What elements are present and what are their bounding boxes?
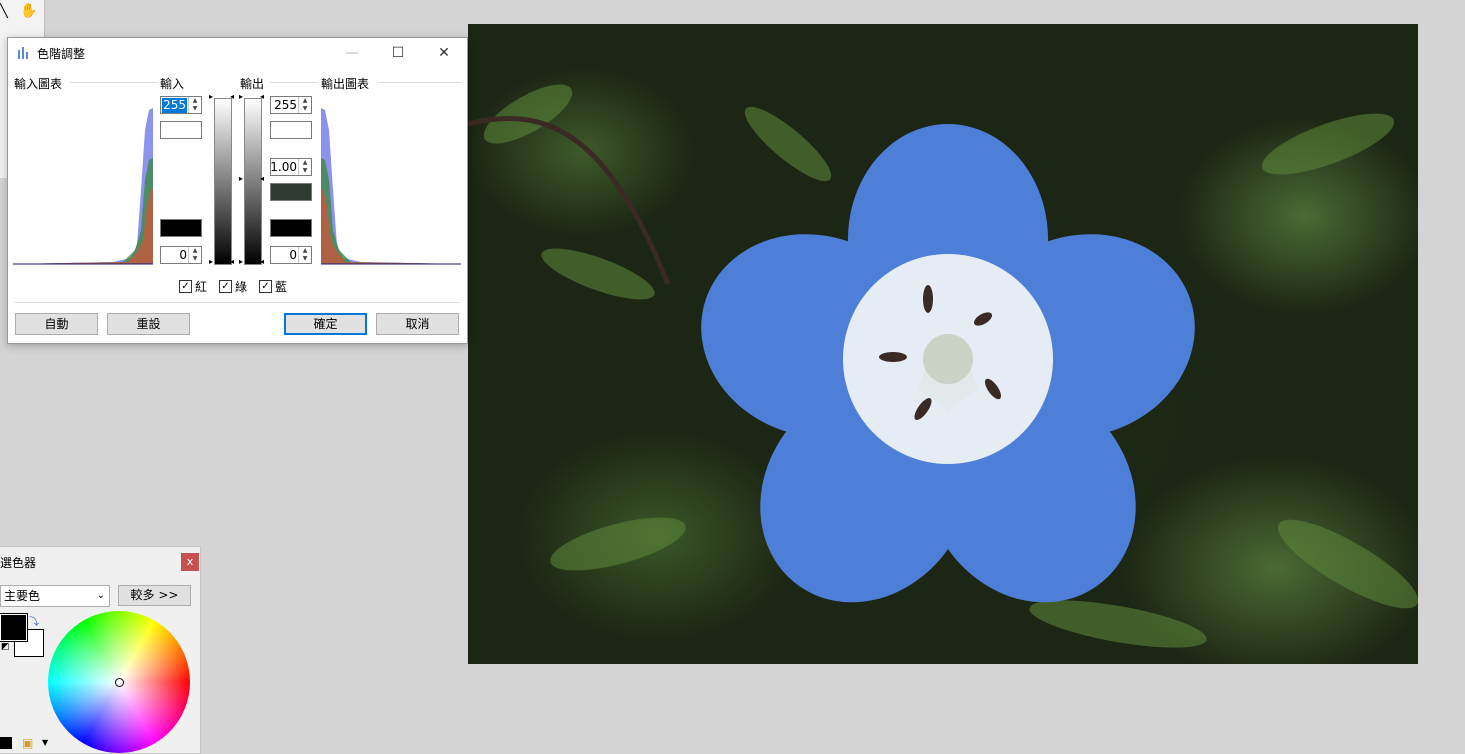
ok-button[interactable]: 確定 bbox=[284, 313, 367, 335]
palette-icon[interactable]: ▣ bbox=[22, 736, 33, 750]
primary-color-swatch[interactable] bbox=[0, 613, 28, 642]
output-black-swatch[interactable] bbox=[270, 219, 312, 237]
chevron-down-icon[interactable]: ▼ bbox=[42, 738, 48, 747]
spin-down-icon[interactable]: ▼ bbox=[189, 255, 201, 263]
output-white-swatch[interactable] bbox=[270, 121, 312, 139]
cancel-button[interactable]: 取消 bbox=[376, 313, 459, 335]
green-checkbox[interactable]: ✓ 綠 bbox=[219, 278, 247, 295]
input-low-spinner[interactable]: 0 ▲ ▼ bbox=[160, 246, 202, 264]
slider-handle-icon[interactable]: ▸ bbox=[209, 257, 213, 266]
output-gamma-spinner[interactable]: 1.00 ▲ ▼ bbox=[270, 158, 312, 176]
input-label: 輸入 bbox=[160, 77, 185, 91]
minimize-icon: — bbox=[345, 45, 359, 61]
color-picker-title: 選色器 bbox=[0, 556, 37, 570]
output-low-value[interactable]: 0 bbox=[289, 248, 297, 263]
slider-handle-icon[interactable]: ▸ bbox=[239, 92, 243, 101]
spin-up-icon[interactable]: ▲ bbox=[299, 97, 311, 105]
checkmark-icon[interactable]: ✓ bbox=[259, 280, 272, 293]
slider-handle-icon[interactable]: ◂ bbox=[230, 92, 234, 101]
output-gamma-swatch[interactable] bbox=[270, 183, 312, 201]
slider-handle-icon[interactable]: ◂ bbox=[260, 92, 264, 101]
red-checkbox[interactable]: ✓ 紅 bbox=[179, 278, 207, 295]
slider-handle-icon[interactable]: ▸ bbox=[239, 257, 243, 266]
dialog-titlebar[interactable]: 色階調整 — ☐ ✕ bbox=[8, 38, 467, 68]
checkmark-icon[interactable]: ✓ bbox=[219, 280, 232, 293]
input-histogram bbox=[13, 108, 153, 265]
slider-handle-icon[interactable]: ◂ bbox=[260, 174, 264, 183]
reset-button[interactable]: 重設 bbox=[107, 313, 190, 335]
spin-down-icon[interactable]: ▼ bbox=[189, 105, 201, 113]
slider-handle-icon[interactable]: ▸ bbox=[209, 92, 213, 101]
divider bbox=[14, 302, 460, 303]
close-icon: x bbox=[186, 555, 194, 568]
spin-down-icon[interactable]: ▼ bbox=[299, 167, 311, 175]
output-label: 輸出 bbox=[240, 77, 265, 91]
color-mode-dropdown[interactable]: 主要色 ⌄ bbox=[0, 585, 110, 607]
spin-up-icon[interactable]: ▲ bbox=[189, 247, 201, 255]
flower-photo bbox=[468, 84, 1418, 648]
blue-checkbox-label: 藍 bbox=[275, 280, 288, 294]
slider-handle-icon[interactable]: ▸ bbox=[239, 174, 243, 183]
image-canvas[interactable] bbox=[468, 24, 1418, 664]
blue-checkbox[interactable]: ✓ 藍 bbox=[259, 278, 287, 295]
color-mode-value: 主要色 bbox=[4, 589, 41, 603]
spinner-arrows[interactable]: ▲ ▼ bbox=[298, 97, 311, 113]
color-swatch-icon[interactable] bbox=[0, 737, 12, 749]
input-black-swatch[interactable] bbox=[160, 219, 202, 237]
dialog-title: 色階調整 bbox=[37, 47, 86, 61]
levels-dialog: 色階調整 — ☐ ✕ 輸入圖表 輸入 輸出 輸出圖表 255 ▲ ▼ 0 ▲ ▼ ▸… bbox=[7, 37, 468, 344]
checkmark-icon[interactable]: ✓ bbox=[179, 280, 192, 293]
red-checkbox-label: 紅 bbox=[195, 280, 208, 294]
divider bbox=[270, 82, 318, 83]
slider-handle-icon[interactable]: ◂ bbox=[230, 257, 234, 266]
pan-tool-icon[interactable]: ✋ bbox=[20, 3, 38, 21]
close-button[interactable]: ✕ bbox=[421, 38, 467, 68]
spinner-arrows[interactable]: ▲ ▼ bbox=[298, 159, 311, 175]
output-high-value[interactable]: 255 bbox=[274, 98, 297, 113]
close-button[interactable]: x bbox=[181, 553, 199, 571]
spin-down-icon[interactable]: ▼ bbox=[299, 255, 311, 263]
magic-wand-tool-icon[interactable]: ╲ bbox=[0, 4, 14, 22]
green-checkbox-label: 綠 bbox=[235, 280, 248, 294]
chevron-down-icon: ⌄ bbox=[96, 590, 105, 601]
auto-button[interactable]: 自動 bbox=[15, 313, 98, 335]
more-button[interactable]: 較多 >> bbox=[118, 585, 191, 606]
swap-colors-icon[interactable]: ⤵ bbox=[29, 613, 39, 628]
reset-colors-icon[interactable]: ◩ bbox=[1, 642, 10, 652]
spinner-arrows[interactable]: ▲ ▼ bbox=[188, 97, 201, 113]
divider bbox=[70, 82, 158, 83]
input-low-value[interactable]: 0 bbox=[179, 248, 187, 263]
maximize-button[interactable]: ☐ bbox=[375, 38, 421, 68]
color-wheel-cursor[interactable] bbox=[115, 678, 124, 687]
levels-icon bbox=[18, 47, 28, 59]
minimize-button[interactable]: — bbox=[329, 38, 375, 68]
slider-handle-icon[interactable]: ◂ bbox=[260, 257, 264, 266]
input-white-swatch[interactable] bbox=[160, 121, 202, 139]
maximize-icon: ☐ bbox=[391, 45, 405, 61]
input-gradient-slider[interactable] bbox=[214, 98, 232, 265]
output-gamma-value[interactable]: 1.00 bbox=[270, 160, 297, 175]
divider bbox=[378, 82, 462, 83]
spinner-arrows[interactable]: ▲ ▼ bbox=[188, 247, 201, 263]
output-low-spinner[interactable]: 0 ▲ ▼ bbox=[270, 246, 312, 264]
spin-up-icon[interactable]: ▲ bbox=[299, 159, 311, 167]
input-high-spinner[interactable]: 255 ▲ ▼ bbox=[160, 96, 202, 114]
output-high-spinner[interactable]: 255 ▲ ▼ bbox=[270, 96, 312, 114]
spin-up-icon[interactable]: ▲ bbox=[299, 247, 311, 255]
input-high-value[interactable]: 255 bbox=[162, 98, 187, 113]
spinner-arrows[interactable]: ▲ ▼ bbox=[298, 247, 311, 263]
spin-down-icon[interactable]: ▼ bbox=[299, 105, 311, 113]
output-histogram bbox=[321, 108, 461, 265]
color-picker-panel: 選色器 x 主要色 ⌄ 較多 >> ⤵ ◩ ▣ ▼ bbox=[0, 546, 201, 754]
close-icon: ✕ bbox=[438, 45, 450, 61]
spin-up-icon[interactable]: ▲ bbox=[189, 97, 201, 105]
